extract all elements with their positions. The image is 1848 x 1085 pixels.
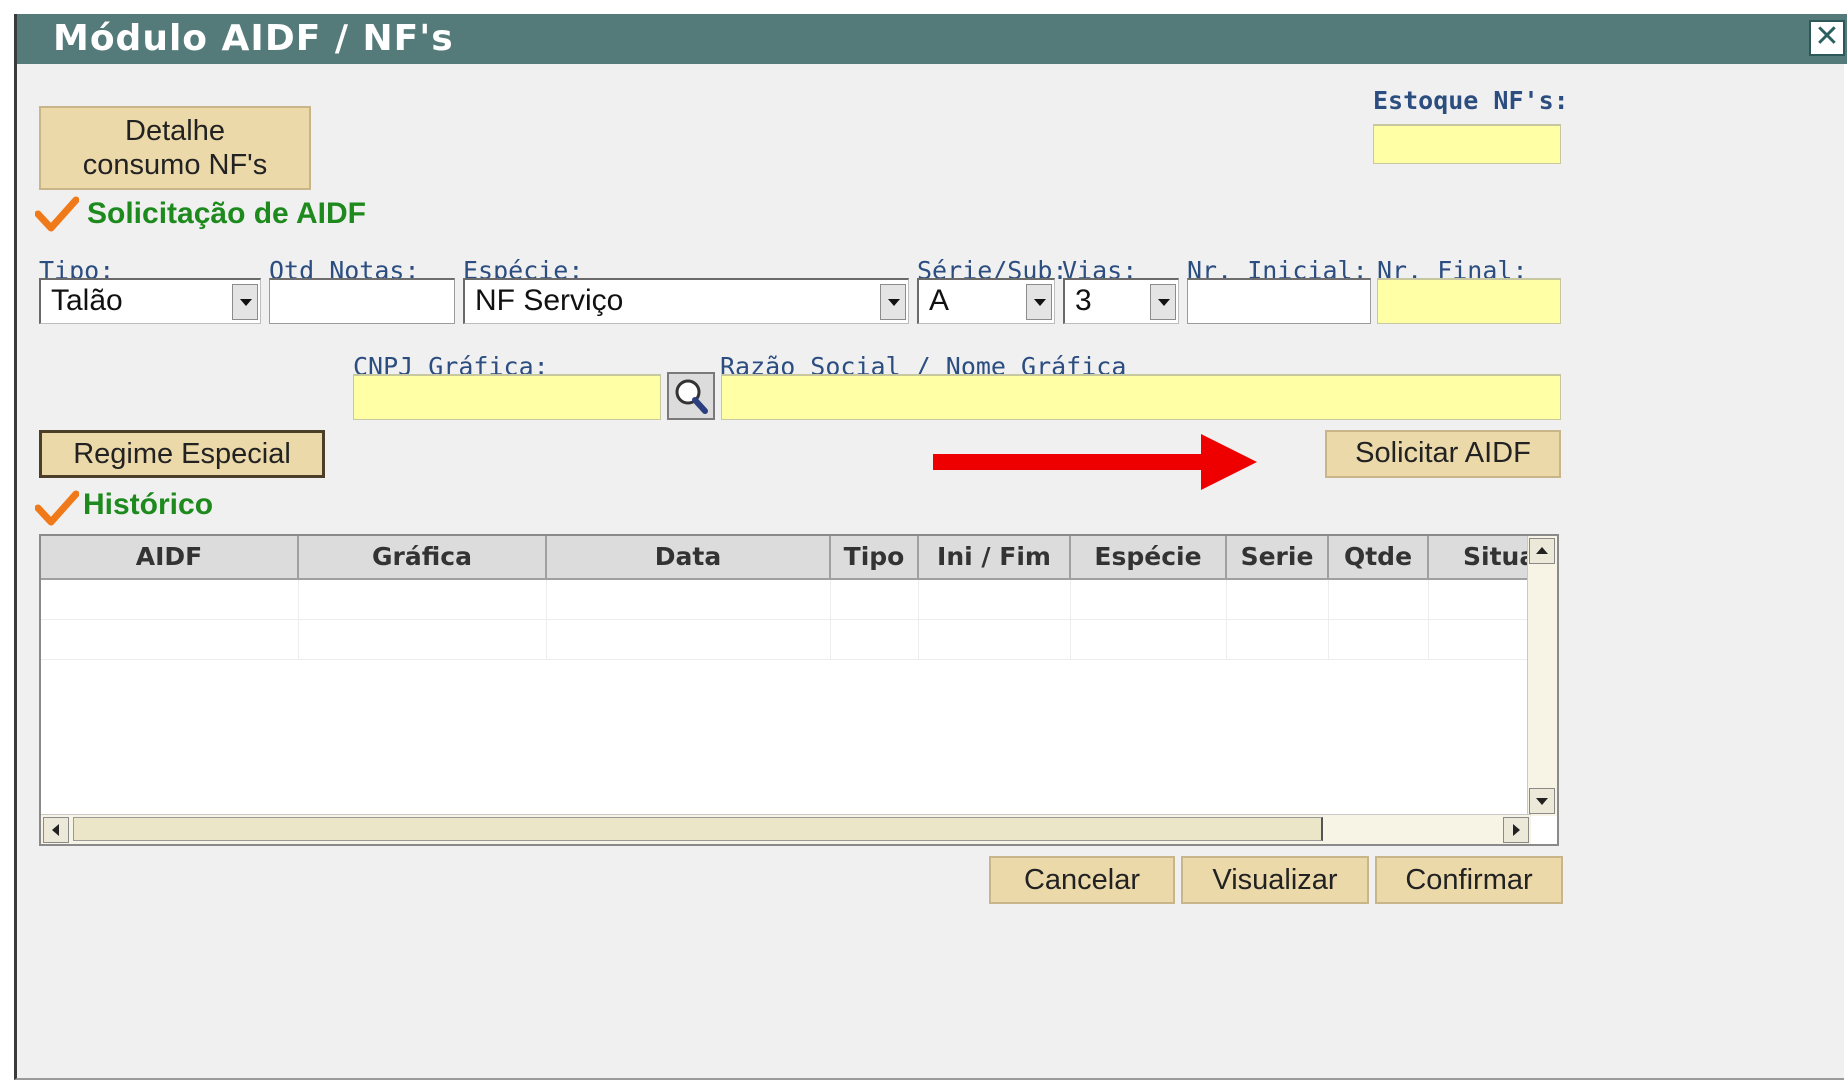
column-header-qtde[interactable]: Qtde bbox=[1329, 536, 1429, 580]
nr-inicial-input[interactable] bbox=[1187, 278, 1371, 324]
vias-value: 3 bbox=[1075, 284, 1092, 317]
serie-sub-select[interactable]: A bbox=[917, 278, 1055, 324]
horizontal-scrollbar[interactable] bbox=[41, 814, 1531, 844]
table-cell bbox=[919, 620, 1071, 660]
scroll-down-button[interactable] bbox=[1529, 788, 1555, 814]
history-section-title: Histórico bbox=[83, 488, 214, 521]
window-title: Módulo AIDF / NF's bbox=[53, 18, 454, 59]
chevron-down-icon[interactable] bbox=[1150, 284, 1176, 320]
stock-field bbox=[1373, 124, 1561, 164]
column-header-ini-fim[interactable]: Ini / Fim bbox=[919, 536, 1071, 580]
column-header-situacao[interactable]: Situa bbox=[1429, 536, 1531, 580]
table-cell bbox=[41, 620, 299, 660]
chevron-down-icon[interactable] bbox=[1026, 284, 1052, 320]
table-cell bbox=[1227, 580, 1329, 620]
table-cell bbox=[1071, 580, 1227, 620]
table-row[interactable] bbox=[41, 580, 1531, 620]
table-row[interactable] bbox=[41, 620, 1531, 660]
vias-select[interactable]: 3 bbox=[1063, 278, 1179, 324]
column-header-grafica[interactable]: Gráfica bbox=[299, 536, 547, 580]
column-header-serie[interactable]: Serie bbox=[1227, 536, 1329, 580]
table-cell bbox=[547, 620, 831, 660]
table-cell bbox=[831, 580, 919, 620]
view-button[interactable]: Visualizar bbox=[1181, 856, 1369, 904]
chevron-down-icon[interactable] bbox=[880, 284, 906, 320]
table-cell bbox=[1429, 620, 1531, 660]
column-header-aidf[interactable]: AIDF bbox=[41, 536, 299, 580]
table-cell bbox=[1071, 620, 1227, 660]
column-header-data[interactable]: Data bbox=[547, 536, 831, 580]
column-header-tipo[interactable]: Tipo bbox=[831, 536, 919, 580]
qtd-notas-input[interactable] bbox=[269, 278, 455, 324]
column-header-especie[interactable]: Espécie bbox=[1071, 536, 1227, 580]
table-cell bbox=[1429, 580, 1531, 620]
confirm-button[interactable]: Confirmar bbox=[1375, 856, 1563, 904]
table-cell bbox=[299, 620, 547, 660]
table-cell bbox=[41, 580, 299, 620]
arrow-down-icon bbox=[1536, 798, 1548, 805]
table-cell bbox=[547, 580, 831, 620]
scroll-right-button[interactable] bbox=[1503, 817, 1529, 843]
check-icon bbox=[35, 490, 79, 526]
detail-consumption-line2: consumo NF's bbox=[82, 149, 268, 181]
search-grafica-button[interactable] bbox=[667, 372, 715, 420]
table-cell bbox=[299, 580, 547, 620]
table-cell bbox=[1227, 620, 1329, 660]
especie-value: NF Serviço bbox=[475, 284, 624, 317]
cnpj-grafica-input[interactable] bbox=[353, 374, 661, 420]
stock-label: Estoque NF's: bbox=[1373, 86, 1569, 115]
table-cell bbox=[831, 620, 919, 660]
table-cell bbox=[1329, 620, 1429, 660]
detail-consumption-line1: Detalhe bbox=[125, 115, 225, 147]
request-section-title: Solicitação de AIDF bbox=[87, 197, 366, 230]
close-button[interactable]: ✕ bbox=[1809, 20, 1845, 56]
red-arrow bbox=[933, 434, 1257, 490]
arrow-right-icon bbox=[1513, 824, 1520, 836]
chevron-down-icon[interactable] bbox=[232, 284, 258, 320]
magnifier-icon bbox=[675, 379, 708, 414]
aidf-module-window: Módulo AIDF / NF's ✕ Estoque NF's: Detal… bbox=[14, 14, 1847, 1080]
special-regime-button[interactable]: Regime Especial bbox=[39, 430, 325, 478]
cancel-button[interactable]: Cancelar bbox=[989, 856, 1175, 904]
horizontal-scroll-thumb[interactable] bbox=[73, 817, 1323, 841]
scroll-up-button[interactable] bbox=[1529, 538, 1555, 564]
nr-final-field bbox=[1377, 278, 1561, 324]
especie-select[interactable]: NF Serviço bbox=[463, 278, 909, 324]
detail-consumption-button[interactable]: Detalhe consumo NF's bbox=[39, 106, 311, 190]
razao-social-input[interactable] bbox=[721, 374, 1561, 420]
table-header: AIDF Gráfica Data Tipo Ini / Fim Espécie… bbox=[41, 536, 1557, 580]
serie-sub-value: A bbox=[929, 284, 950, 317]
tipo-value: Talão bbox=[51, 284, 123, 317]
arrow-up-icon bbox=[1536, 547, 1548, 554]
title-bar: Módulo AIDF / NF's ✕ bbox=[17, 14, 1847, 64]
table-cell bbox=[1329, 580, 1429, 620]
vertical-scrollbar[interactable] bbox=[1527, 536, 1557, 816]
scroll-left-button[interactable] bbox=[43, 817, 69, 843]
arrow-left-icon bbox=[52, 824, 59, 836]
check-icon bbox=[35, 196, 79, 232]
tipo-select[interactable]: Talão bbox=[39, 278, 261, 324]
history-table: AIDF Gráfica Data Tipo Ini / Fim Espécie… bbox=[39, 534, 1559, 846]
request-aidf-button[interactable]: Solicitar AIDF bbox=[1325, 430, 1561, 478]
table-cell bbox=[919, 580, 1071, 620]
